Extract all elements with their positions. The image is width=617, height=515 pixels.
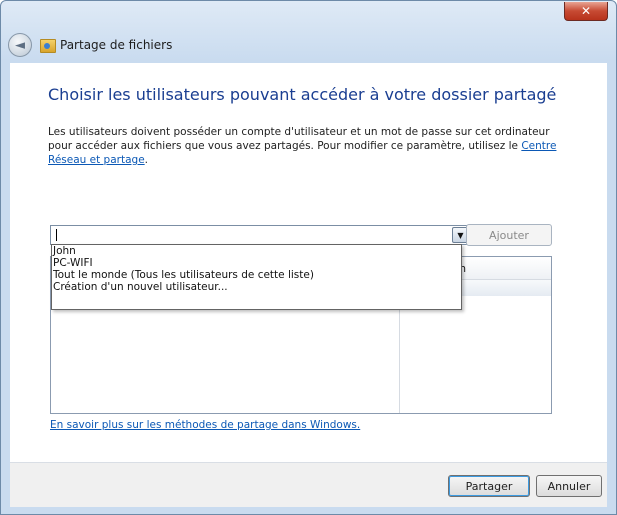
back-arrow-icon: ◄ (15, 37, 25, 53)
dropdown-option-everyone[interactable]: Tout le monde (Tous les utilisateurs de … (52, 269, 461, 281)
user-select-combobox[interactable]: ▼ (50, 225, 471, 245)
dropdown-option-pc-wifi[interactable]: PC-WIFI (52, 257, 461, 269)
description-end: . (144, 154, 148, 166)
file-sharing-icon (40, 39, 56, 53)
share-button[interactable]: Partager (448, 475, 530, 497)
user-dropdown-list[interactable]: John PC-WIFI Tout le monde (Tous les uti… (51, 244, 462, 310)
description-body: Les utilisateurs doivent posséder un com… (48, 126, 550, 152)
back-button[interactable]: ◄ (8, 33, 32, 57)
description-text: Les utilisateurs doivent posséder un com… (48, 125, 568, 167)
chevron-down-icon: ▼ (457, 230, 464, 240)
sharing-help-link[interactable]: En savoir plus sur les méthodes de parta… (50, 419, 360, 431)
page-heading: Choisir les utilisateurs pouvant accéder… (48, 85, 557, 104)
content-panel: Choisir les utilisateurs pouvant accéder… (10, 63, 607, 462)
footer-bar: Partager Annuler (10, 463, 607, 507)
sharing-wizard-window: ✕ ◄ Partage de fichiers Choisir les util… (0, 0, 617, 515)
close-button[interactable]: ✕ (564, 2, 608, 21)
add-button[interactable]: Ajouter (466, 224, 552, 246)
close-icon: ✕ (580, 4, 592, 18)
dropdown-option-new-user[interactable]: Création d'un nouvel utilisateur... (52, 281, 461, 293)
text-caret (56, 229, 57, 241)
dropdown-option-john[interactable]: John (52, 245, 461, 257)
window-title: Partage de fichiers (60, 38, 173, 52)
cancel-button[interactable]: Annuler (536, 475, 602, 497)
